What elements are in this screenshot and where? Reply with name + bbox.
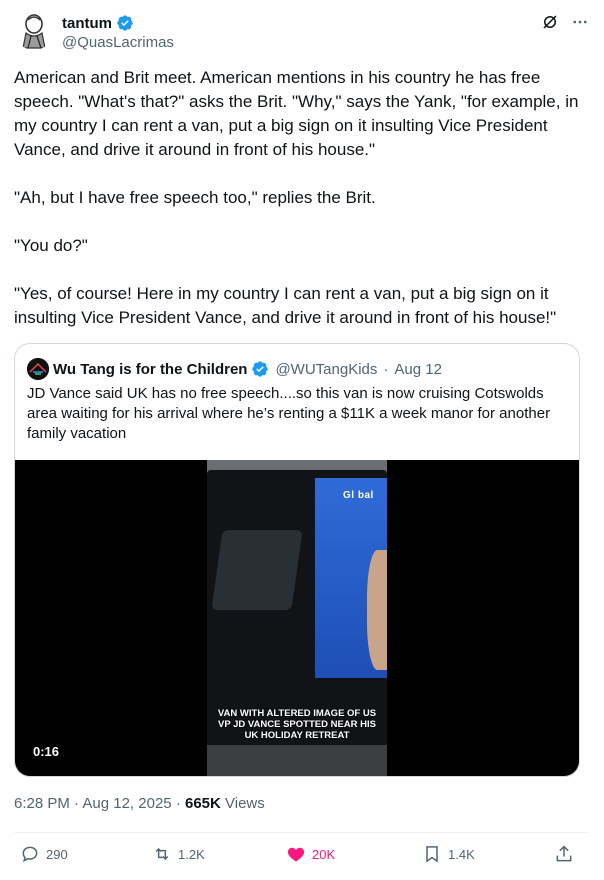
share-icon: [556, 845, 572, 862]
tweet-text: American and Brit meet. American mention…: [14, 66, 590, 354]
tweet-header: tantum @QuasLacrimas: [14, 10, 590, 58]
reply-icon: [22, 846, 38, 863]
views-count: 665K: [184, 795, 221, 812]
bookmark-count: 1.4K: [448, 846, 475, 862]
separator-dot: ·: [175, 795, 181, 812]
repost-button[interactable]: 1.2K: [152, 844, 205, 864]
action-bar: 290 1.2K 20K 1.4K: [14, 844, 590, 872]
video-player[interactable]: Gl bal VAN WITH ALTERED IMAGE OF US VP J…: [15, 460, 579, 776]
tweet-paragraph: American and Brit meet. American mention…: [14, 68, 584, 159]
video-caption: VAN WITH ALTERED IMAGE OF US VP JD VANCE…: [217, 708, 377, 741]
quoted-author-handle[interactable]: @WUTangKids: [275, 361, 377, 378]
grok-icon[interactable]: [540, 12, 560, 32]
video-frame: Gl bal VAN WITH ALTERED IMAGE OF US VP J…: [207, 460, 387, 776]
reply-count: 290: [46, 846, 68, 862]
separator-dot: ·: [383, 360, 389, 378]
tweet-meta: 6:28 PM · Aug 12, 2025 · 665K Views: [14, 795, 265, 812]
author-handle[interactable]: @QuasLacrimas: [62, 34, 174, 51]
separator-dot: ·: [74, 795, 80, 812]
reply-button[interactable]: 290: [20, 844, 68, 864]
tweet-paragraph: "Ah, but I have free speech too," replie…: [14, 188, 376, 207]
video-duration: 0:16: [27, 742, 66, 761]
share-button[interactable]: [554, 844, 574, 864]
tweet-time[interactable]: 6:28 PM: [14, 795, 70, 812]
bookmark-button[interactable]: 1.4K: [422, 844, 475, 864]
more-options-icon[interactable]: [570, 12, 590, 32]
verified-badge-icon: [116, 14, 134, 32]
bookmark-icon: [426, 846, 438, 863]
quoted-author-name[interactable]: Wu Tang is for the Children: [53, 361, 247, 378]
author-display-name[interactable]: tantum: [62, 15, 112, 32]
author-avatar[interactable]: [14, 10, 54, 50]
views-label: Views: [225, 795, 265, 812]
van-window: [211, 530, 303, 610]
tweet-paragraph: "You do?": [14, 236, 88, 255]
like-button[interactable]: 20K: [286, 844, 335, 864]
verified-badge-icon: [251, 360, 269, 378]
tweet-paragraph: "Yes, of course! Here in my country I ca…: [14, 284, 557, 327]
quoted-author-avatar[interactable]: [27, 358, 49, 380]
quoted-tweet-text: JD Vance said UK has no free speech....s…: [27, 385, 551, 442]
tweet-date[interactable]: Aug 12, 2025: [82, 795, 171, 812]
avatar-image: [14, 10, 54, 50]
repost-icon: [155, 847, 169, 861]
road: [207, 745, 387, 776]
like-count: 20K: [312, 846, 336, 862]
quoted-tweet[interactable]: Wu Tang is for the Children @WUTangKids …: [14, 343, 580, 777]
repost-count: 1.2K: [178, 846, 205, 862]
heart-icon: [287, 847, 305, 862]
global-news-logo: Gl bal: [343, 490, 374, 501]
divider: [14, 832, 590, 833]
quoted-tweet-date[interactable]: Aug 12: [394, 361, 442, 378]
billboard-face: [367, 550, 387, 670]
